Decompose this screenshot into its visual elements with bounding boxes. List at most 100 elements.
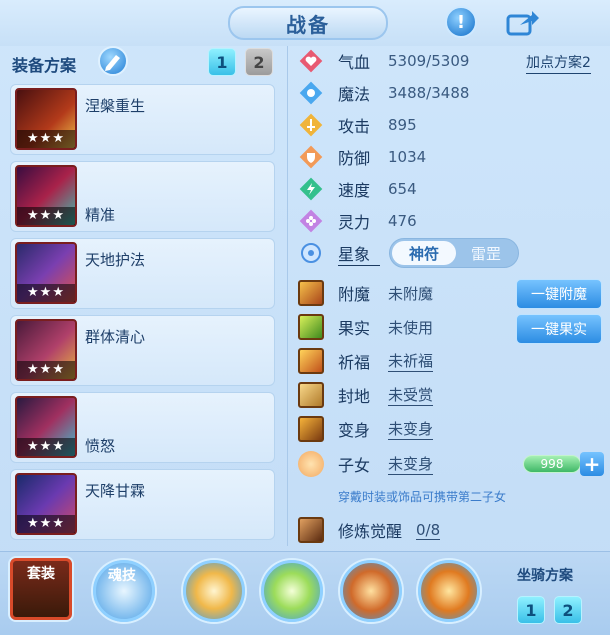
- one-click-enchant-button[interactable]: 一键附魔: [516, 279, 602, 309]
- enhance-value[interactable]: 0/8: [416, 521, 441, 540]
- skill-card[interactable]: ★★★ 天地护法: [10, 238, 275, 309]
- enhance-row-transform: 变身 未变身: [298, 414, 434, 444]
- attr-value: 3488/3488: [388, 84, 470, 102]
- skill-card[interactable]: ★★★ 愤怒: [10, 392, 275, 463]
- enhance-label: 附魔: [338, 285, 371, 304]
- enhance-label: 子女: [338, 456, 371, 475]
- skill-name: 精准: [85, 206, 116, 224]
- attr-row-mp: 魔法 3488/3488: [298, 79, 469, 107]
- edit-scheme-button[interactable]: [98, 46, 128, 76]
- attr-value: 654: [388, 180, 417, 198]
- enchant-icon: [298, 280, 324, 306]
- enhance-label: 祈福: [338, 353, 371, 372]
- child-icon: [298, 451, 324, 477]
- star-rating: ★★★: [17, 284, 75, 302]
- enhance-row-child: 子女 未变身: [298, 449, 434, 479]
- enhance-label: 封地: [338, 387, 371, 406]
- attr-label: 攻击: [338, 117, 371, 136]
- add-child-button[interactable]: +: [580, 452, 604, 476]
- pen-icon: [105, 55, 120, 71]
- enhance-value[interactable]: 未祈福: [388, 350, 434, 372]
- attr-label: 魔法: [338, 85, 371, 104]
- point-plan-link[interactable]: 加点方案2: [526, 52, 591, 74]
- attr-row-speed: 速度 654: [298, 175, 417, 203]
- sword-icon: [298, 112, 324, 138]
- mount-scheme-2[interactable]: 2: [554, 596, 582, 624]
- enhance-value: 未附魔: [388, 284, 434, 303]
- star-sign-toggle[interactable]: 神符 雷罡: [389, 238, 519, 268]
- spirit-icon: [298, 208, 324, 234]
- exclamation-icon: !: [456, 11, 466, 33]
- attr-row-hp: 气血 5309/5309: [298, 47, 469, 75]
- shield-icon: [298, 144, 324, 170]
- attr-label: 灵力: [338, 213, 371, 232]
- share-icon: [506, 11, 539, 36]
- toggle-option-shenfu[interactable]: 神符: [392, 241, 456, 265]
- toggle-option-leigang[interactable]: 雷罡: [454, 241, 518, 265]
- skill-icon: ★★★: [15, 319, 77, 381]
- enhance-value[interactable]: 未受赏: [388, 384, 434, 406]
- fruit-icon: [298, 314, 324, 340]
- skill-icon: ★★★: [15, 242, 77, 304]
- child-count-bar: 998: [523, 455, 581, 473]
- skill-name: 天地护法: [85, 251, 146, 269]
- bless-icon: [298, 348, 324, 374]
- star-rating: ★★★: [17, 207, 75, 225]
- skill-card[interactable]: ★★★ 精准: [10, 161, 275, 232]
- skill-slot[interactable]: [340, 560, 402, 622]
- skill-slot[interactable]: [418, 560, 480, 622]
- one-click-fruit-button[interactable]: 一键果实: [516, 314, 602, 344]
- equipment-scheme-label: 装备方案: [12, 56, 77, 75]
- skill-slot[interactable]: [261, 560, 323, 622]
- equipment-scheme-2[interactable]: 2: [245, 48, 273, 76]
- enhance-label: 果实: [338, 319, 371, 338]
- star-rating: ★★★: [17, 130, 75, 148]
- star-rating: ★★★: [17, 361, 75, 379]
- mount-scheme-label: 坐骑方案: [517, 568, 573, 584]
- skill-slot[interactable]: [183, 560, 245, 622]
- equipment-scheme-1[interactable]: 1: [208, 48, 236, 76]
- attr-row-spirit: 灵力 476: [298, 207, 417, 235]
- fief-icon: [298, 382, 324, 408]
- attr-value: 5309/5309: [388, 52, 470, 70]
- enhance-row-fief: 封地 未受赏: [298, 380, 434, 410]
- mount-scheme-1[interactable]: 1: [517, 596, 545, 624]
- plus-icon: +: [583, 452, 601, 476]
- enhance-row-enchant: 附魔 未附魔: [298, 278, 433, 308]
- attr-row-defense: 防御 1034: [298, 143, 426, 171]
- star-rating: ★★★: [17, 515, 75, 533]
- star-rating: ★★★: [17, 438, 75, 456]
- enhance-value[interactable]: 未变身: [388, 418, 434, 440]
- column-divider: [287, 46, 288, 546]
- set-label: 套装: [27, 566, 55, 582]
- star-sign-icon: [298, 240, 324, 266]
- soul-skill-slot[interactable]: 魂技: [93, 560, 155, 622]
- star-sign-label[interactable]: 星象: [338, 241, 380, 266]
- attr-label: 速度: [338, 181, 371, 200]
- skill-icon: ★★★: [15, 473, 77, 535]
- enhance-row-awaken: 修炼觉醒 0/8: [298, 515, 441, 545]
- heart-icon: [298, 48, 324, 74]
- awaken-icon: [298, 517, 324, 543]
- share-button[interactable]: [505, 6, 541, 38]
- skill-name: 群体清心: [85, 328, 146, 346]
- attr-value: 895: [388, 116, 417, 134]
- skill-icon: ★★★: [15, 396, 77, 458]
- skill-name: 涅槃重生: [85, 97, 146, 115]
- skill-card[interactable]: ★★★ 天降甘霖: [10, 469, 275, 540]
- soul-skill-label: 魂技: [108, 568, 136, 584]
- skill-icon: ★★★: [15, 165, 77, 227]
- skill-card[interactable]: ★★★ 涅槃重生: [10, 84, 275, 155]
- skill-name: 天降甘霖: [85, 482, 146, 500]
- transform-icon: [298, 416, 324, 442]
- skill-name: 愤怒: [85, 437, 116, 455]
- set-equipment-slot[interactable]: 套装: [10, 558, 72, 620]
- info-button[interactable]: !: [445, 6, 477, 38]
- enhance-value[interactable]: 未变身: [388, 453, 434, 475]
- lightning-icon: [298, 176, 324, 202]
- enhance-row-fruit: 果实 未使用: [298, 312, 433, 342]
- attr-label: 气血: [338, 53, 371, 72]
- skill-card[interactable]: ★★★ 群体清心: [10, 315, 275, 386]
- mana-icon: [298, 80, 324, 106]
- attr-value: 1034: [388, 148, 427, 166]
